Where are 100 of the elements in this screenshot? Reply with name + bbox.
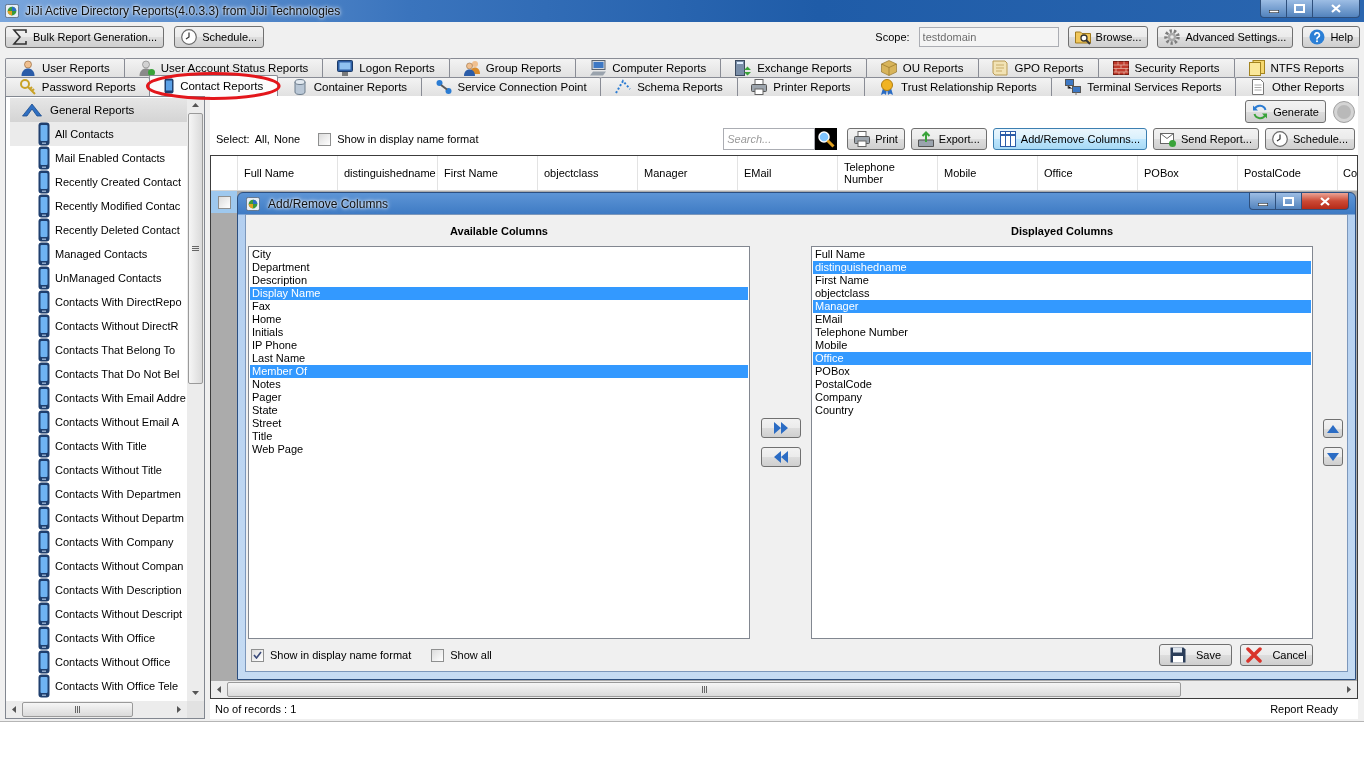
list-item[interactable]: Mobile (813, 339, 1311, 352)
tab[interactable]: Printer Reports (736, 77, 866, 96)
group-header[interactable]: General Reports (10, 98, 187, 122)
tab[interactable]: OU Reports (865, 58, 979, 77)
scrollbar[interactable] (6, 701, 187, 718)
list-item[interactable]: PostalCode (813, 378, 1311, 391)
report-list-item[interactable]: Mail Enabled Contacts (10, 146, 187, 170)
tab[interactable]: Exchange Reports (720, 58, 867, 77)
report-list-item[interactable]: Contacts Without Descript (10, 602, 187, 626)
column-header[interactable]: Office (1038, 156, 1138, 190)
move-up-button[interactable] (1323, 419, 1343, 438)
report-list-item[interactable]: Recently Modified Contac (10, 194, 187, 218)
column-header[interactable]: distinguishedname (338, 156, 438, 190)
tab[interactable]: NTFS Reports (1233, 58, 1359, 77)
tab[interactable]: Schema Reports (600, 77, 738, 96)
checkbox[interactable] (318, 132, 332, 146)
column-header[interactable]: Co (1338, 156, 1357, 190)
tab[interactable]: Trust Relationship Reports (864, 77, 1052, 96)
report-list-item[interactable]: Contacts That Do Not Bel (10, 362, 187, 386)
list-item[interactable]: Home (250, 313, 748, 326)
report-list-item[interactable]: Contacts With Office (10, 626, 187, 650)
tab[interactable]: Service Connection Point (420, 77, 602, 96)
list-item[interactable]: State (250, 404, 748, 417)
toolbar-button[interactable]: Print (847, 128, 905, 150)
column-header[interactable]: POBox (1138, 156, 1238, 190)
stop-button[interactable] (1333, 100, 1355, 123)
tab[interactable]: GPO Reports (977, 58, 1099, 77)
list-item[interactable]: Fax (250, 300, 748, 313)
maximize-button[interactable] (1276, 193, 1302, 210)
list-item[interactable]: IP Phone (250, 339, 748, 352)
dialog-button[interactable]: Save (1159, 644, 1232, 666)
toolbar-button[interactable]: Bulk Report Generation... (5, 26, 165, 48)
minimize-button[interactable] (1249, 193, 1276, 210)
tab[interactable]: Container Reports (277, 77, 422, 96)
column-header[interactable]: Manager (638, 156, 738, 190)
tab[interactable]: Group Reports (448, 58, 577, 77)
report-list-item[interactable]: Managed Contacts (10, 242, 187, 266)
column-header[interactable]: First Name (438, 156, 538, 190)
tab[interactable]: Security Reports (1097, 58, 1235, 77)
toolbar-button[interactable]: Browse... (1067, 26, 1149, 48)
list-item[interactable]: EMail (813, 313, 1311, 326)
minimize-button[interactable] (1260, 0, 1287, 18)
scrollbar-thumb[interactable] (188, 113, 203, 384)
toolbar-button[interactable]: Add/Remove Columns... (992, 128, 1147, 150)
maximize-button[interactable] (1287, 0, 1313, 18)
close-button[interactable] (1313, 0, 1360, 18)
list-item[interactable]: Notes (250, 378, 748, 391)
link[interactable]: None (273, 133, 301, 145)
list-item[interactable]: City (250, 248, 748, 261)
tab[interactable]: Computer Reports (575, 58, 722, 77)
report-list-item[interactable]: Contacts With Office Tele (10, 674, 187, 698)
list-item[interactable]: Initials (250, 326, 748, 339)
report-list-item[interactable]: Contacts With Email Addre (10, 386, 187, 410)
report-list-item[interactable]: Contacts Without Title (10, 458, 187, 482)
list-item[interactable]: Last Name (250, 352, 748, 365)
tab[interactable]: Terminal Services Reports (1050, 77, 1237, 96)
tab[interactable]: Other Reports (1235, 77, 1359, 96)
scrollbar[interactable] (187, 97, 204, 701)
report-list-item[interactable]: Contacts Without Compan (10, 554, 187, 578)
column-header[interactable]: objectclass (538, 156, 638, 190)
report-list-item[interactable]: Contacts Without DirectR (10, 314, 187, 338)
list-item[interactable]: Web Page (250, 443, 748, 456)
search-button[interactable] (815, 128, 838, 150)
report-list-item[interactable]: Contacts With Title (10, 434, 187, 458)
move-down-button[interactable] (1323, 447, 1343, 466)
report-list-item[interactable]: Recently Deleted Contact (10, 218, 187, 242)
list-item[interactable]: Full Name (813, 248, 1311, 261)
dialog-button[interactable]: Cancel (1240, 644, 1313, 666)
toolbar-button[interactable]: Advanced Settings... (1157, 26, 1294, 48)
report-list-item[interactable]: Recently Created Contact (10, 170, 187, 194)
column-header[interactable]: Telephone Number (838, 156, 938, 190)
report-list-item[interactable]: Contacts Without Office (10, 650, 187, 674)
list-item[interactable]: Pager (250, 391, 748, 404)
list-item[interactable]: objectclass (813, 287, 1311, 300)
scrollbar-thumb[interactable] (22, 702, 133, 717)
tab[interactable]: Password Reports (5, 77, 151, 96)
report-list-item[interactable]: Contacts With Company (10, 530, 187, 554)
row-header-cell[interactable] (211, 191, 237, 213)
add-button[interactable] (760, 418, 801, 438)
scrollbar-thumb[interactable] (227, 682, 1181, 697)
toolbar-button[interactable]: Export... (910, 128, 987, 150)
report-list-item[interactable]: Contacts With Description (10, 578, 187, 602)
list-item[interactable]: Description (250, 274, 748, 287)
link[interactable]: All, (254, 133, 270, 145)
list-item[interactable]: Department (250, 261, 748, 274)
generate-button[interactable]: Generate (1245, 100, 1326, 123)
checkbox[interactable] (217, 195, 231, 209)
list-item[interactable]: Telephone Number (813, 326, 1311, 339)
report-list-item[interactable]: Contacts Without Email A (10, 410, 187, 434)
tab[interactable]: Logon Reports (322, 58, 450, 77)
toolbar-button[interactable]: Schedule... (174, 26, 265, 48)
checkbox[interactable] (251, 648, 264, 662)
report-list-item[interactable]: Contacts With Departmen (10, 482, 187, 506)
checkbox[interactable] (431, 648, 445, 662)
toolbar-button[interactable]: Help (1302, 26, 1360, 48)
close-button[interactable] (1302, 193, 1349, 210)
list-item[interactable]: Street (250, 417, 748, 430)
list-item[interactable]: Country (813, 404, 1311, 417)
scrollbar[interactable] (211, 681, 1357, 698)
remove-button[interactable] (760, 447, 801, 467)
